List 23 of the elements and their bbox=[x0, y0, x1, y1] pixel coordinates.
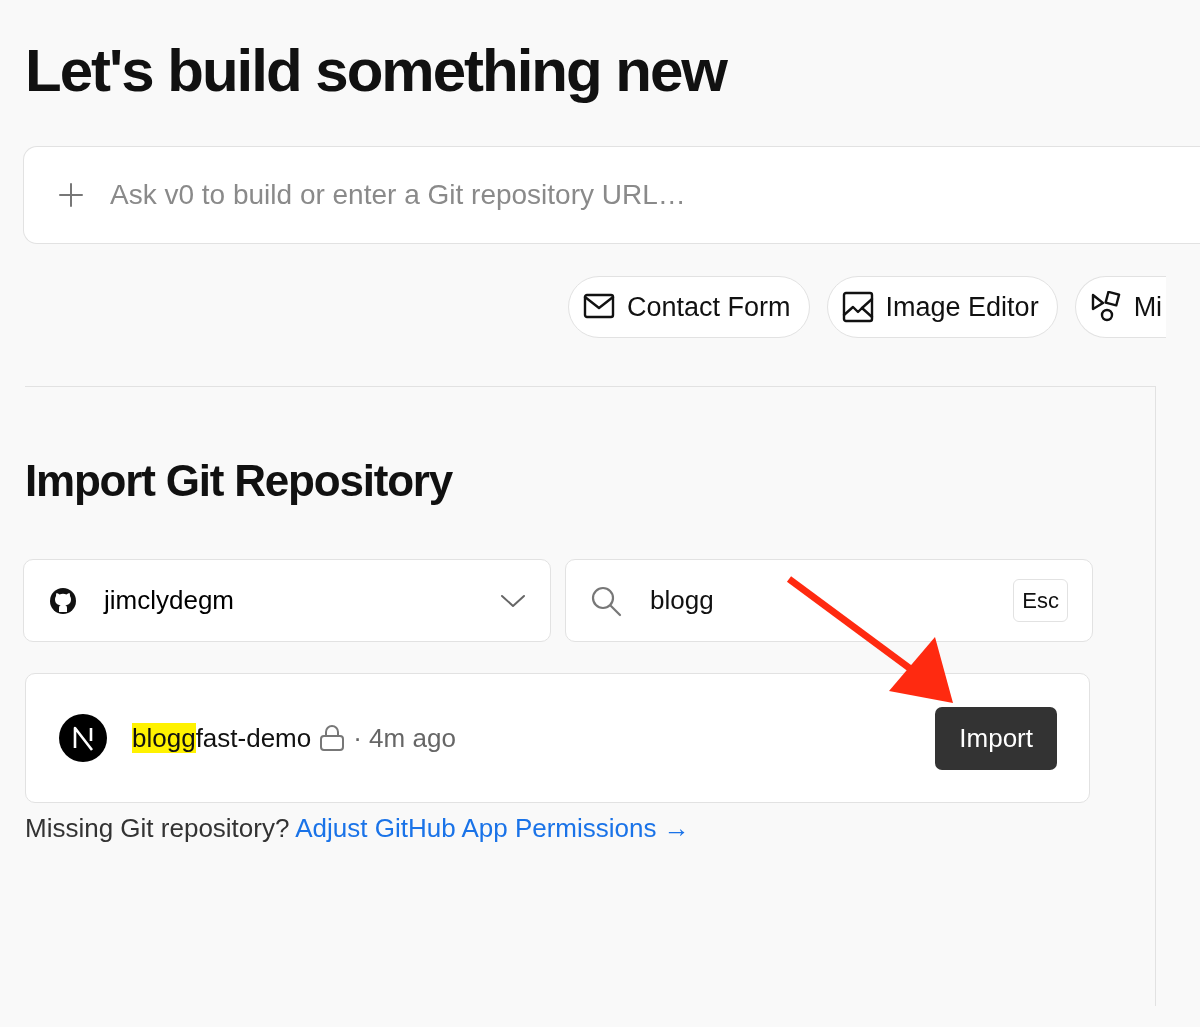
page-heading: Let's build something new bbox=[25, 38, 728, 104]
key-hint: Esc bbox=[1013, 579, 1068, 623]
suggestion-chip[interactable]: Contact Form bbox=[568, 276, 810, 338]
updated-time: · 4m ago bbox=[353, 721, 457, 755]
search-field[interactable]: blogg Esc bbox=[565, 559, 1093, 643]
prompt-field[interactable]: Ask v0 to build or enter a Git repository URL… bbox=[23, 146, 1200, 244]
framework-logo-icon bbox=[58, 713, 108, 764]
permissions-link[interactable]: Adjust GitHub App Permissions → bbox=[295, 813, 690, 844]
import-button[interactable]: Import bbox=[935, 706, 1057, 770]
shapes-icon bbox=[1089, 291, 1122, 323]
suggestion-chip[interactable]: Mi bbox=[1074, 276, 1167, 338]
prompt-input[interactable]: Ask v0 to build or enter a Git repository URL… bbox=[108, 173, 1008, 217]
plus-icon bbox=[58, 182, 84, 208]
account-select[interactable]: jimclydegm bbox=[23, 559, 551, 643]
chevron-down-icon bbox=[500, 592, 526, 609]
github-icon bbox=[48, 585, 78, 616]
image-icon bbox=[841, 291, 874, 323]
suggestion-chip[interactable]: Image Editor bbox=[826, 276, 1058, 338]
search-icon bbox=[590, 584, 622, 617]
section-title: Import Git Repository bbox=[25, 457, 454, 506]
repository-name: bloggfast-demo bbox=[132, 721, 312, 755]
search-input[interactable]: blogg bbox=[648, 580, 988, 622]
missing-repository-text: Missing Git repository? Adjust GitHub App Permissions → bbox=[25, 812, 691, 846]
